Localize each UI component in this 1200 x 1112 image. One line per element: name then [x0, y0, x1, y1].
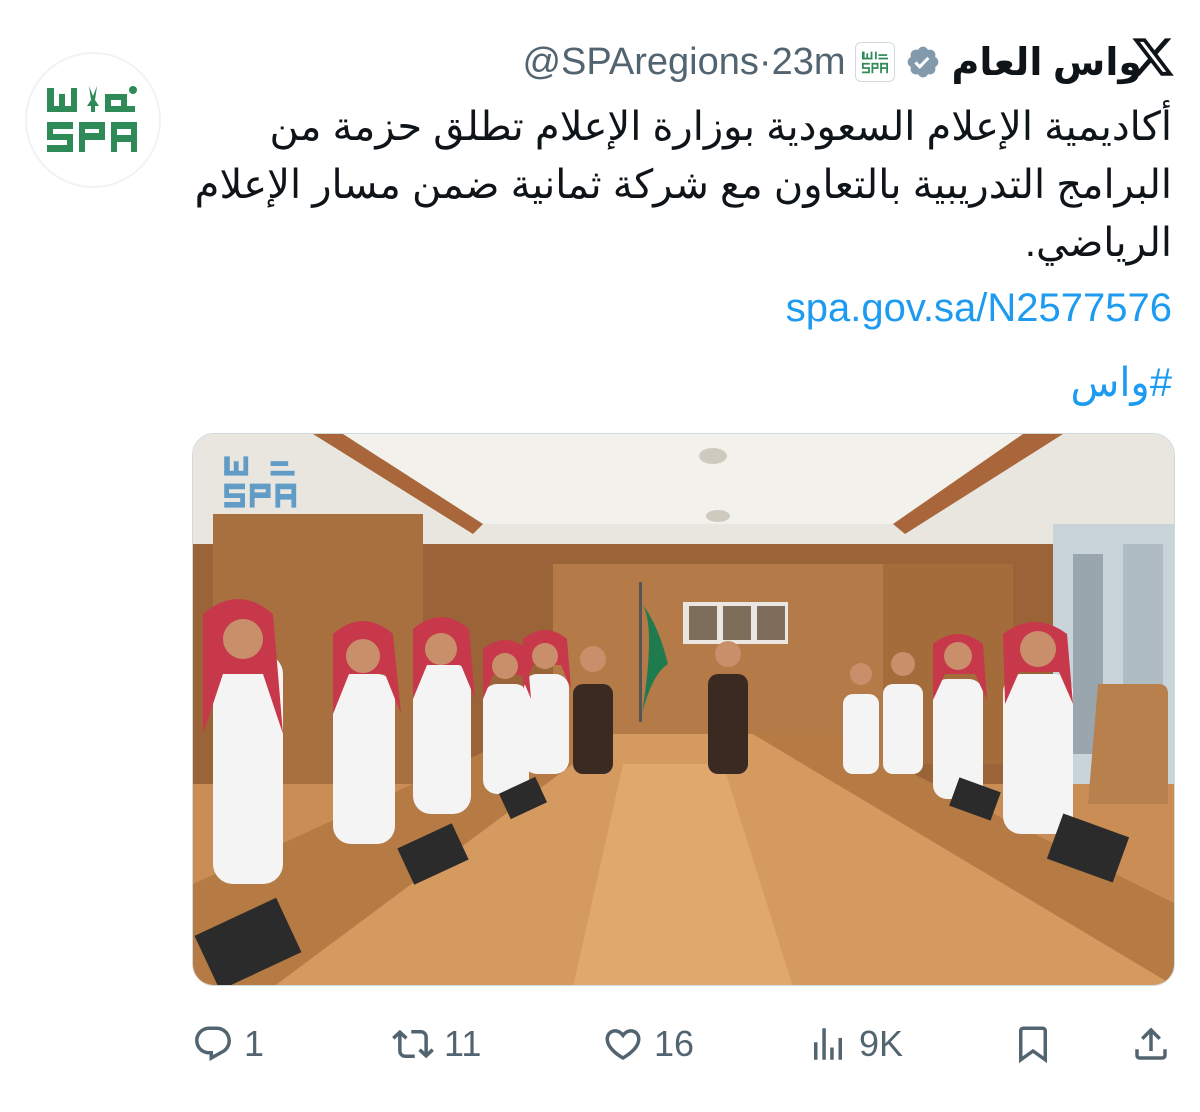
bookmark-button[interactable]	[1012, 1023, 1054, 1065]
repost-button[interactable]: 11	[392, 1023, 481, 1065]
repost-count: 11	[444, 1023, 482, 1064]
separator: ·	[758, 40, 772, 83]
avatar[interactable]	[25, 52, 161, 188]
heart-icon	[605, 1029, 641, 1061]
hashtag[interactable]: #واس	[1070, 360, 1172, 406]
tweet-header: واس العام @SPAregions·23m	[190, 36, 1142, 88]
views-chart-icon	[814, 1028, 842, 1060]
spa-watermark-icon	[224, 456, 297, 508]
display-name[interactable]: واس العام	[951, 40, 1142, 85]
verified-badge-icon	[905, 44, 941, 80]
tweet-photo[interactable]	[192, 433, 1175, 986]
x-logo-icon[interactable]	[1130, 34, 1176, 80]
handle-and-time[interactable]: @SPAregions·23m	[522, 41, 845, 84]
views-button[interactable]: 9K	[807, 1023, 903, 1065]
tweet-actions: 1 11 16 9K	[192, 1016, 1175, 1072]
reply-count: 1	[244, 1023, 265, 1064]
share-icon	[1135, 1027, 1167, 1060]
affiliate-badge-icon[interactable]	[855, 42, 896, 82]
like-count: 16	[654, 1023, 695, 1064]
timestamp[interactable]: 23m	[772, 41, 846, 83]
views-count: 9K	[859, 1023, 904, 1064]
spa-logo-icon	[47, 86, 137, 152]
bookmark-icon	[1019, 1026, 1047, 1064]
share-button[interactable]	[1130, 1023, 1172, 1065]
repost-icon	[392, 1029, 434, 1059]
tweet-text: أكاديمية الإعلام السعودية بوزارة الإعلام…	[194, 105, 1172, 265]
tweet-link[interactable]: spa.gov.sa/N2577576	[786, 286, 1172, 331]
like-button[interactable]: 16	[602, 1023, 694, 1065]
reply-icon	[195, 1026, 231, 1061]
handle[interactable]: @SPAregions	[522, 41, 758, 83]
tweet-card[interactable]: واس العام @SPAregions·23m أكاديمية الإعل…	[0, 0, 1200, 1112]
reply-button[interactable]: 1	[192, 1023, 264, 1065]
